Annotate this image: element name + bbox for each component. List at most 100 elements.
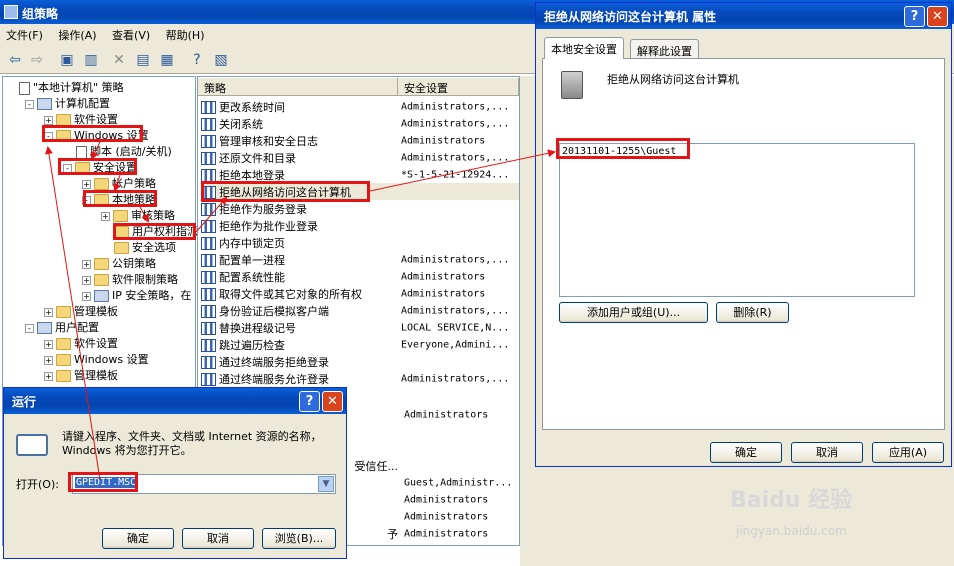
help-icon[interactable]: ? — [188, 51, 206, 69]
tree-item[interactable]: + 审核策略 — [101, 208, 175, 224]
list-item[interactable]: 内存中锁定页 — [201, 234, 519, 251]
back-arrow-icon[interactable]: ⇦ — [6, 51, 24, 69]
policy-setting: LOCAL SERVICE,N... — [401, 322, 510, 334]
tree-item[interactable]: - 计算机配置 — [25, 96, 110, 112]
tree-item[interactable]: 安全选项 — [101, 240, 176, 256]
list-item[interactable]: 替换进程级记号 LOCAL SERVICE,N... — [201, 319, 519, 336]
tree-item[interactable]: + 管理模板 — [44, 304, 118, 320]
cancel-button[interactable]: 取消 — [791, 442, 863, 463]
tree-item[interactable]: + 管理模板 — [44, 368, 118, 384]
tree-item[interactable]: + 公钥策略 — [82, 256, 156, 272]
expand-icon[interactable]: + — [82, 291, 91, 301]
tree-item[interactable]: + 软件设置 — [44, 336, 118, 352]
add-user-or-group-button[interactable]: 添加用户或组(U)... — [559, 302, 708, 323]
ok-button[interactable]: 确定 — [710, 442, 782, 463]
menu-file[interactable]: 文件(F) — [0, 24, 49, 46]
run-help-icon[interactable]: ? — [299, 391, 320, 412]
tab-explain[interactable]: 解释此设置 — [630, 39, 699, 59]
policy-icon — [201, 202, 216, 216]
collapse-icon[interactable]: - — [25, 323, 34, 333]
apply-button[interactable]: 应用(A) — [872, 442, 944, 463]
highlight-local-policy — [83, 190, 157, 207]
policy-setting: Administrators,... — [401, 373, 510, 385]
expand-icon[interactable]: + — [82, 259, 91, 269]
policy-name: 通过终端服务允许登录 — [219, 372, 329, 386]
run-browse-button[interactable]: 浏览(B)... — [262, 528, 336, 549]
tree-item[interactable]: "本地计算机" 策略 — [6, 80, 124, 96]
tree-item-label: 用户配置 — [55, 321, 99, 334]
list-item[interactable]: 配置单一进程 Administrators,... — [201, 251, 519, 268]
show-tree-icon[interactable]: ▥ — [82, 51, 100, 69]
list-item[interactable]: 取得文件或其它对象的所有权 Administrators — [201, 285, 519, 302]
expand-icon[interactable]: + — [44, 115, 53, 125]
list-item[interactable]: 跳过遍历检查 Everyone,Admini... — [201, 336, 519, 353]
tree-item[interactable]: - 用户配置 — [25, 320, 99, 336]
run-cancel-button[interactable]: 取消 — [182, 528, 254, 549]
policy-icon — [201, 168, 216, 182]
run-ok-button[interactable]: 确定 — [102, 528, 174, 549]
up-folder-icon[interactable]: ▣ — [58, 51, 76, 69]
expand-icon[interactable]: + — [44, 371, 53, 381]
folder-icon — [56, 354, 71, 366]
highlight-deny-network-access — [201, 181, 370, 202]
folder-icon — [56, 338, 71, 350]
list-item[interactable]: 更改系统时间 Administrators,... — [201, 98, 519, 115]
open-label: 打开(O): — [16, 478, 59, 491]
collapse-icon[interactable]: - — [25, 99, 34, 109]
user-group-list[interactable]: 20131101-1255\Guest — [559, 143, 915, 297]
delete-icon[interactable]: ✕ — [110, 51, 128, 69]
expand-icon[interactable]: + — [44, 307, 53, 317]
expand-icon[interactable]: + — [82, 179, 91, 189]
col-header-setting[interactable]: 安全设置 — [398, 78, 519, 96]
tree-item-label: 脚本 (启动/关机) — [90, 145, 172, 158]
policy-icon — [201, 287, 216, 301]
list-item[interactable]: 关闭系统 Administrators,... — [201, 115, 519, 132]
run-title: 运行 — [12, 395, 37, 409]
forward-arrow-icon[interactable]: ⇨ — [28, 51, 46, 69]
expand-icon[interactable]: + — [44, 355, 53, 365]
folder-icon — [94, 258, 109, 270]
list-item[interactable]: 还原文件和目录 Administrators,... — [201, 149, 519, 166]
properties-titlebar: 拒绝从网络访问这台计算机 属性 — [536, 3, 951, 29]
policy-name-label: 拒绝从网络访问这台计算机 — [607, 73, 739, 86]
policy-name: 跳过遍历检查 — [219, 338, 285, 352]
menu-action[interactable]: 操作(A) — [52, 24, 102, 46]
expand-icon[interactable]: + — [82, 275, 91, 285]
policy-icon — [201, 219, 216, 233]
expand-icon[interactable]: + — [44, 339, 53, 349]
policy-setting: Administrators,... — [401, 305, 510, 317]
folder-icon — [56, 370, 71, 382]
computer-icon — [37, 322, 52, 334]
console-icon[interactable]: ▧ — [212, 51, 230, 69]
expand-icon[interactable]: + — [101, 211, 110, 221]
tree-item-label: 软件设置 — [74, 337, 118, 350]
properties-icon[interactable]: ▤ — [134, 51, 152, 69]
tab-local-security-setting[interactable]: 本地安全设置 — [544, 37, 624, 59]
list-item[interactable]: 身份验证后模拟客户端 Administrators,... — [201, 302, 519, 319]
menu-help[interactable]: 帮助(H) — [160, 24, 211, 46]
policy-setting: Administrators — [401, 288, 486, 300]
folder-icon — [94, 274, 109, 286]
close-icon[interactable]: ✕ — [927, 6, 948, 27]
list-item[interactable]: 拒绝作为批作业登录 — [201, 217, 519, 234]
policy-name: 通过终端服务拒绝登录 — [219, 355, 329, 369]
tree-item[interactable]: + 软件限制策略 — [82, 272, 178, 288]
remove-button[interactable]: 删除(R) — [716, 302, 789, 323]
list-item[interactable]: 拒绝作为服务登录 — [201, 200, 519, 217]
tree-item-label: Windows 设置 — [74, 353, 149, 366]
export-icon[interactable]: ▦ — [158, 51, 176, 69]
list-item[interactable]: 通过终端服务允许登录 Administrators,... — [201, 370, 519, 387]
policy-icon — [201, 338, 216, 352]
policy-icon — [201, 236, 216, 250]
dropdown-arrow-icon[interactable]: ▼ — [318, 476, 334, 492]
tree-item[interactable]: + Windows 设置 — [44, 352, 149, 368]
list-item[interactable]: 配置系统性能 Administrators — [201, 268, 519, 285]
tree-item[interactable]: + IP 安全策略，在 — [82, 288, 191, 304]
highlight-gpedit — [68, 472, 138, 492]
help-button-icon[interactable]: ? — [904, 6, 925, 27]
menu-view[interactable]: 查看(V) — [106, 24, 156, 46]
col-header-policy[interactable]: 策略 — [198, 78, 398, 96]
list-item[interactable]: 通过终端服务拒绝登录 — [201, 353, 519, 370]
run-close-icon[interactable]: ✕ — [322, 391, 343, 412]
list-item[interactable]: 管理审核和安全日志 Administrators — [201, 132, 519, 149]
